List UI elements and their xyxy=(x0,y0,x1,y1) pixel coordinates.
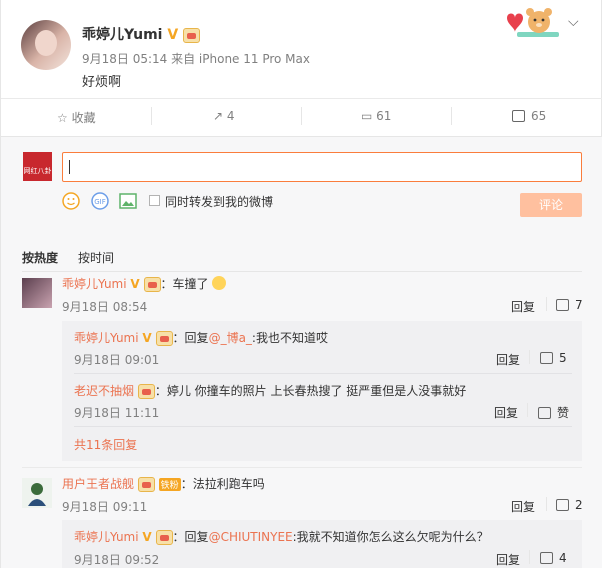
comment-like-button[interactable]: 2 xyxy=(556,498,583,512)
action-separator xyxy=(301,107,302,125)
vip-crown-icon xyxy=(137,477,155,492)
repost-checkbox[interactable] xyxy=(149,195,160,206)
verified-badge-icon: V xyxy=(142,331,152,345)
repost-button[interactable]: ↗ 4 xyxy=(213,109,235,123)
reply-line: 乖婷儿Yumi V ：回复@_博a_:我也不知道哎 xyxy=(74,331,328,346)
tabs-divider xyxy=(22,271,582,272)
favorite-button[interactable]: ☆ 收藏 xyxy=(57,109,96,126)
mention-link[interactable]: @_博a_ xyxy=(209,331,252,345)
comment-like-button[interactable]: 7 xyxy=(556,298,583,312)
svg-text:GIF: GIF xyxy=(94,198,106,206)
bear-decoration-icon xyxy=(507,8,559,37)
avatar[interactable] xyxy=(22,478,52,508)
tab-hot[interactable]: 按热度 xyxy=(22,249,58,266)
vip-crown-icon xyxy=(137,384,155,399)
comment-time: 9月18日 09:11 xyxy=(62,500,148,514)
vip-crown-icon xyxy=(143,277,161,292)
author-avatar[interactable] xyxy=(21,20,71,70)
comment-count: 61 xyxy=(376,109,392,123)
reply-button[interactable]: 回复 xyxy=(496,351,520,368)
vip-crown-icon xyxy=(155,530,173,545)
like-button[interactable]: 65 xyxy=(512,109,546,123)
avatar[interactable] xyxy=(22,278,52,308)
verified-badge-icon: V xyxy=(130,277,140,291)
fan-badge: 铁粉 xyxy=(158,478,181,491)
crying-emoji-icon xyxy=(212,276,227,290)
repost-icon: ↗ xyxy=(213,109,224,123)
comment-line: 用户王者战舰 铁粉 ：法拉利跑车吗 xyxy=(62,475,265,492)
reply-user[interactable]: 乖婷儿Yumi xyxy=(74,530,139,544)
mention-link[interactable]: @CHIUTINYEE xyxy=(209,530,293,544)
vip-crown-icon xyxy=(183,27,201,43)
author-name[interactable]: 乖婷儿Yumi xyxy=(82,27,162,43)
comment-input[interactable] xyxy=(62,152,582,182)
comment-text: ：法拉利跑车吗 xyxy=(180,477,265,491)
reply-time: 9月18日 11:11 xyxy=(74,406,160,420)
action-separator xyxy=(546,297,547,311)
post-menu-chevron-down-icon[interactable]: ⌵ xyxy=(568,14,579,30)
repost-checkbox-label: 同时转发到我的微博 xyxy=(165,195,274,209)
reply-button[interactable]: 回复 xyxy=(511,498,535,515)
reply-time: 9月18日 09:01 xyxy=(74,353,160,367)
comment-user[interactable]: 用户王者战舰 xyxy=(62,477,134,491)
repost-count: 4 xyxy=(226,109,235,123)
reply-user[interactable]: 乖婷儿Yumi xyxy=(74,331,139,345)
image-icon[interactable] xyxy=(119,192,137,210)
submit-comment-button[interactable]: 评论 xyxy=(520,193,582,217)
comment-time: 9月18日 08:54 xyxy=(62,300,148,314)
thumbs-up-icon xyxy=(538,407,551,419)
weibo-post-card: 乖婷儿Yumi V 9月18日 05:14 来自 iPhone 11 Pro M… xyxy=(0,0,602,568)
gif-icon[interactable]: GIF xyxy=(91,192,109,210)
action-separator xyxy=(529,350,530,364)
action-separator xyxy=(527,403,528,417)
thumbs-up-icon xyxy=(512,110,525,122)
reply-line: 老迟不抽烟 ：婷儿 你撞车的照片 上长春热搜了 挺严重但是人没事就好 xyxy=(74,384,467,399)
thumbs-up-icon xyxy=(556,499,569,511)
thumbs-up-icon xyxy=(540,552,553,564)
my-avatar[interactable]: 网红八卦 xyxy=(23,152,52,181)
star-icon: ☆ xyxy=(57,111,68,125)
like-count: 65 xyxy=(531,109,547,123)
reply-thread: 乖婷儿Yumi V ：回复@_博a_:我也不知道哎 9月18日 09:01 回复… xyxy=(62,321,582,461)
action-separator xyxy=(451,107,452,125)
comment-button[interactable]: ▭ 61 xyxy=(361,109,391,123)
comment-user[interactable]: 乖婷儿Yumi xyxy=(62,277,127,291)
action-separator xyxy=(529,550,530,564)
vip-crown-icon xyxy=(155,331,173,346)
reply-like-button[interactable]: 5 xyxy=(540,351,567,365)
reply-button[interactable]: 回复 xyxy=(511,298,535,315)
favorite-label: 收藏 xyxy=(71,111,96,125)
reply-button[interactable]: 回复 xyxy=(496,551,520,568)
post-text: 好烦啊 xyxy=(82,75,122,90)
reply-divider xyxy=(74,426,572,427)
verified-badge-icon: V xyxy=(167,27,179,43)
comment-line: 乖婷儿Yumi V ：车撞了 xyxy=(62,275,227,292)
post-meta: 9月18日 05:14 来自 iPhone 11 Pro Max xyxy=(82,52,310,66)
verified-badge-icon: V xyxy=(142,530,152,544)
reply-button[interactable]: 回复 xyxy=(494,404,518,421)
action-separator xyxy=(151,107,152,125)
more-replies-link[interactable]: 共11条回复 xyxy=(74,436,137,453)
author-line: 乖婷儿Yumi V xyxy=(82,24,201,44)
thumbs-up-icon xyxy=(540,352,553,364)
reply-like-button[interactable]: 4 xyxy=(540,551,567,565)
comment-divider xyxy=(22,467,582,468)
reply-user[interactable]: 老迟不抽烟 xyxy=(74,384,134,398)
comment-text: ：车撞了 xyxy=(160,277,209,291)
action-separator xyxy=(546,497,547,511)
reply-like-button[interactable]: 赞 xyxy=(538,404,569,421)
comment-icon: ▭ xyxy=(361,109,373,123)
text-caret xyxy=(69,160,70,174)
reply-thread: 乖婷儿Yumi V ：回复@CHIUTINYEE:我就不知道你怎么这么欠呢为什么… xyxy=(62,520,582,568)
post-divider xyxy=(1,98,602,99)
reply-time: 9月18日 09:52 xyxy=(74,553,160,567)
reply-line: 乖婷儿Yumi V ：回复@CHIUTINYEE:我就不知道你怎么这么欠呢为什么… xyxy=(74,530,489,545)
tab-time[interactable]: 按时间 xyxy=(78,249,114,266)
reply-divider xyxy=(74,373,572,374)
thumbs-up-icon xyxy=(556,299,569,311)
emoji-icon[interactable] xyxy=(62,192,80,210)
